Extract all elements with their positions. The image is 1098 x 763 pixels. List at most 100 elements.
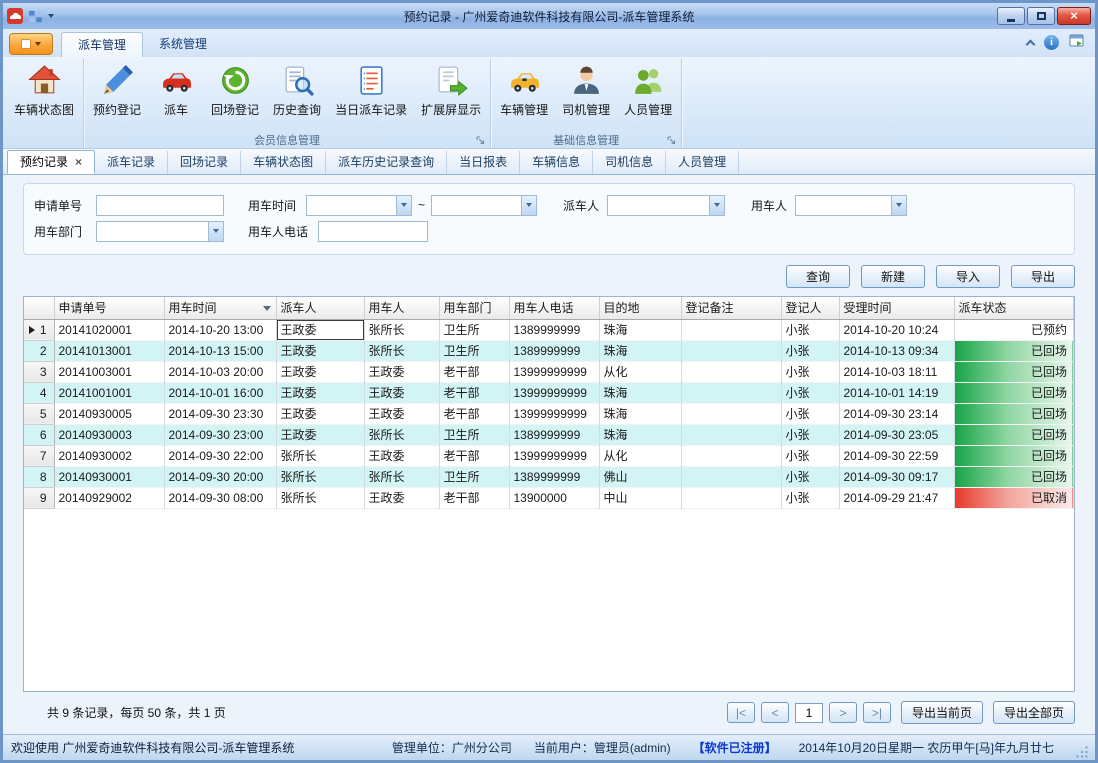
cell-destination[interactable]: 佛山 (599, 466, 681, 487)
doc-tab[interactable]: 预约记录× (7, 150, 95, 174)
cell-remark[interactable] (681, 445, 781, 466)
close-button[interactable]: × (1057, 7, 1091, 25)
cell-status[interactable]: 已回场 (954, 403, 1074, 424)
close-tab-icon[interactable]: × (75, 151, 82, 173)
cell-department[interactable]: 老干部 (439, 382, 509, 403)
doc-tab[interactable]: 车辆状态图 (241, 151, 326, 174)
column-header[interactable]: 用车人电话 (509, 297, 599, 319)
cell-dispatcher[interactable]: 王政委 (276, 424, 364, 445)
cell-phone[interactable]: 13999999999 (509, 382, 599, 403)
query-button[interactable]: 查询 (786, 265, 850, 288)
last-page-button[interactable]: >| (863, 702, 891, 723)
table-row[interactable]: 7201409300022014-09-30 22:00张所长王政委老干部139… (24, 445, 1074, 466)
cell-accept-time[interactable]: 2014-09-30 09:17 (839, 466, 954, 487)
export-current-page-button[interactable]: 导出当前页 (901, 701, 983, 724)
dialog-launcher-icon[interactable] (476, 136, 485, 145)
cell-phone[interactable]: 13900000 (509, 487, 599, 508)
user-combo[interactable] (795, 195, 907, 216)
cell-department[interactable]: 卫生所 (439, 319, 509, 340)
cell-accept-time[interactable]: 2014-09-29 21:47 (839, 487, 954, 508)
cell-registrar[interactable]: 小张 (781, 424, 839, 445)
dispatcher-combo[interactable] (607, 195, 725, 216)
next-page-button[interactable]: > (829, 702, 857, 723)
column-header[interactable]: 用车时间 (164, 297, 276, 319)
cell-phone[interactable]: 1389999999 (509, 424, 599, 445)
cell-status[interactable]: 已回场 (954, 445, 1074, 466)
info-icon[interactable]: i (1044, 35, 1059, 50)
cell-accept-time[interactable]: 2014-10-20 10:24 (839, 319, 954, 340)
cell-registrar[interactable]: 小张 (781, 487, 839, 508)
cell-phone[interactable]: 1389999999 (509, 340, 599, 361)
cell-department[interactable]: 老干部 (439, 487, 509, 508)
table-row[interactable]: 9201409290022014-09-30 08:00张所长王政委老干部139… (24, 487, 1074, 508)
table-row[interactable]: 8201409300012014-09-30 20:00张所长张所长卫生所138… (24, 466, 1074, 487)
cell-department[interactable]: 老干部 (439, 445, 509, 466)
export-all-pages-button[interactable]: 导出全部页 (993, 701, 1075, 724)
dialog-launcher-icon[interactable] (667, 136, 676, 145)
cell-status[interactable]: 已回场 (954, 382, 1074, 403)
column-header[interactable]: 派车状态 (954, 297, 1074, 319)
cell-destination[interactable]: 珠海 (599, 424, 681, 445)
cell-department[interactable]: 卫生所 (439, 424, 509, 445)
ribbon-button-history-search[interactable]: 历史查询 (266, 59, 328, 131)
cell-remark[interactable] (681, 424, 781, 445)
cell-apply-no[interactable]: 20140930003 (54, 424, 164, 445)
ribbon-button-daily-record[interactable]: 当日派车记录 (328, 59, 414, 131)
cell-user[interactable]: 张所长 (364, 340, 439, 361)
cell-user[interactable]: 张所长 (364, 319, 439, 340)
cell-use-time[interactable]: 2014-10-13 15:00 (164, 340, 276, 361)
cell-status[interactable]: 已回场 (954, 466, 1074, 487)
quick-access-layout-icon[interactable] (28, 9, 43, 24)
filter-dropdown-icon[interactable] (263, 306, 271, 311)
cell-user[interactable]: 王政委 (364, 403, 439, 424)
cell-use-time[interactable]: 2014-10-01 16:00 (164, 382, 276, 403)
cell-dispatcher[interactable]: 王政委 (276, 382, 364, 403)
cell-dispatcher[interactable]: 王政委 (276, 340, 364, 361)
column-header[interactable]: 受理时间 (839, 297, 954, 319)
column-header[interactable]: 登记人 (781, 297, 839, 319)
export-button[interactable]: 导出 (1011, 265, 1075, 288)
prev-page-button[interactable]: < (761, 702, 789, 723)
ribbon-button-pencil[interactable]: 预约登记 (86, 59, 148, 131)
page-number-input[interactable] (795, 703, 823, 723)
cell-accept-time[interactable]: 2014-09-30 23:05 (839, 424, 954, 445)
cell-accept-time[interactable]: 2014-10-01 14:19 (839, 382, 954, 403)
phone-input[interactable] (318, 221, 428, 242)
ribbon-button-driver[interactable]: 司机管理 (555, 59, 617, 131)
cell-department[interactable]: 卫生所 (439, 466, 509, 487)
cell-user[interactable]: 王政委 (364, 487, 439, 508)
collapse-ribbon-icon[interactable] (1026, 39, 1036, 49)
new-button[interactable]: 新建 (861, 265, 925, 288)
apply-no-input[interactable] (96, 195, 224, 216)
ribbon-tab-system[interactable]: 系统管理 (143, 32, 223, 57)
cell-accept-time[interactable]: 2014-09-30 23:14 (839, 403, 954, 424)
cell-remark[interactable] (681, 382, 781, 403)
ribbon-tab-dispatch[interactable]: 派车管理 (61, 32, 143, 57)
cell-dispatcher[interactable]: 王政委 (276, 319, 364, 340)
cell-status[interactable]: 已预约 (954, 319, 1074, 340)
table-row[interactable]: 3201410030012014-10-03 20:00王政委王政委老干部139… (24, 361, 1074, 382)
cell-phone[interactable]: 1389999999 (509, 319, 599, 340)
table-row[interactable]: 6201409300032014-09-30 23:00王政委张所长卫生所138… (24, 424, 1074, 445)
cell-remark[interactable] (681, 466, 781, 487)
column-header[interactable]: 派车人 (276, 297, 364, 319)
ribbon-button-extend-screen[interactable]: 扩展屏显示 (414, 59, 488, 131)
cell-remark[interactable] (681, 487, 781, 508)
department-combo[interactable] (96, 221, 224, 242)
cell-status[interactable]: 已回场 (954, 340, 1074, 361)
cell-apply-no[interactable]: 20140930005 (54, 403, 164, 424)
cell-remark[interactable] (681, 403, 781, 424)
column-header[interactable]: 登记备注 (681, 297, 781, 319)
doc-tab[interactable]: 派车记录 (95, 151, 168, 174)
skin-icon[interactable] (1069, 34, 1085, 51)
table-row[interactable]: 5201409300052014-09-30 23:30王政委王政委老干部139… (24, 403, 1074, 424)
cell-use-time[interactable]: 2014-09-30 23:00 (164, 424, 276, 445)
cell-phone[interactable]: 13999999999 (509, 445, 599, 466)
cell-accept-time[interactable]: 2014-10-03 18:11 (839, 361, 954, 382)
column-header[interactable]: 目的地 (599, 297, 681, 319)
cell-accept-time[interactable]: 2014-10-13 09:34 (839, 340, 954, 361)
cell-remark[interactable] (681, 340, 781, 361)
cell-department[interactable]: 老干部 (439, 403, 509, 424)
cell-status[interactable]: 已取消 (954, 487, 1074, 508)
dropdown-arrow-icon[interactable] (208, 222, 223, 241)
